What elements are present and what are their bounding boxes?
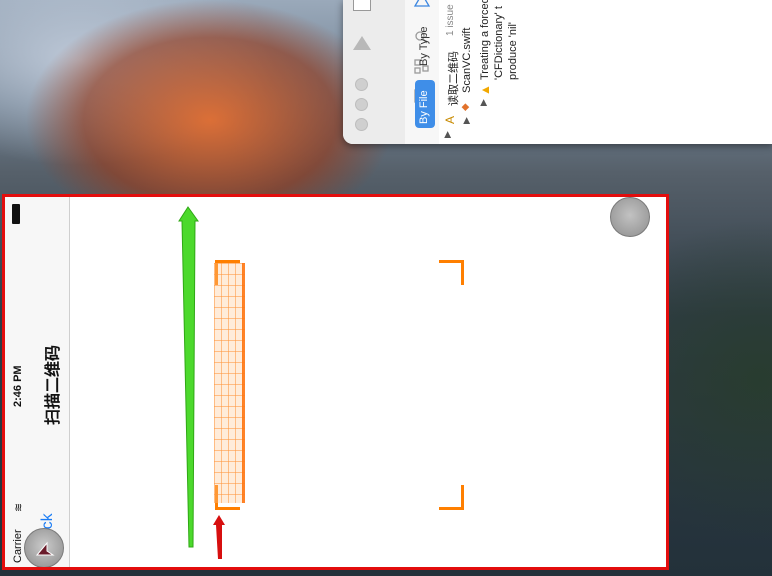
tab-by-file[interactable]: By File	[415, 80, 435, 128]
tab-by-file-label: By File	[418, 90, 430, 124]
run-icon[interactable]	[353, 36, 371, 50]
tab-by-type[interactable]: By Type	[418, 26, 430, 66]
project-icon: A	[443, 115, 457, 124]
stop-icon[interactable]	[353, 0, 371, 11]
simulator-screen: 2:46 PM ≋ Carrier 扫描二维码 Back	[2, 194, 669, 570]
annotation-arrows	[178, 206, 225, 559]
issue-list: ▶ A 读取二维码 1 issue ▶ ◆ ScanVC.swift ▶ ▲ T…	[439, 0, 772, 144]
disclosure-triangle-icon[interactable]: ▶	[442, 131, 453, 138]
red-arrow-icon	[213, 515, 225, 559]
warning-text[interactable]: Treating a forced	[479, 0, 491, 80]
window-dot-icon	[355, 118, 368, 131]
xcode-issue-navigator: By File By Type ▶ A 读取二维码 1 issue ▶ ◆ Sc…	[343, 0, 772, 144]
disclosure-triangle-icon[interactable]: ▶	[461, 117, 472, 124]
warning-text-line2: 'CFDictionary' t	[493, 6, 505, 80]
disclosure-triangle-icon[interactable]: ▶	[478, 99, 489, 106]
file-name[interactable]: ScanVC.swift	[461, 28, 473, 93]
warning-navigator-icon	[413, 0, 431, 7]
project-name[interactable]: 读取二维码	[445, 51, 461, 106]
navigator-toolbar	[343, 0, 406, 144]
warning-icon: ▲	[478, 84, 492, 96]
window-dot-icon	[355, 98, 368, 111]
issue-count: 1 issue	[445, 4, 456, 36]
warning-text-line3: produce 'nil'	[507, 21, 519, 80]
green-arrow-icon	[178, 206, 199, 548]
swift-file-icon: ◆	[460, 103, 471, 111]
window-dot-icon	[355, 78, 368, 91]
